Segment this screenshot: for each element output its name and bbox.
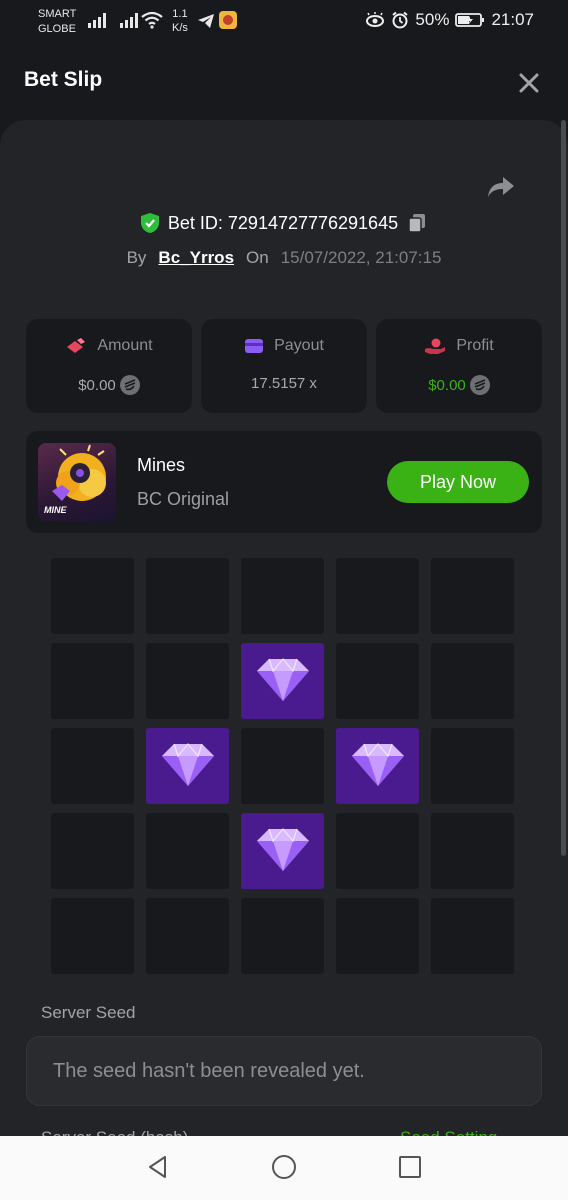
board-tile [146,643,229,719]
board-tile [431,643,514,719]
board-tile [241,728,324,804]
clock: 21:07 [491,10,534,29]
scrollbar[interactable] [561,120,566,856]
board-tile [146,813,229,889]
verified-shield-icon [140,213,159,233]
profit-label: Profit [456,337,494,354]
board-tile [336,643,419,719]
amount-icon [67,338,86,353]
profit-value: $0.00 [428,376,466,394]
server-seed-value: The seed hasn't been revealed yet. [53,1060,365,1082]
board-tile [51,643,134,719]
on-label: On [246,248,269,267]
coin-icon [119,375,140,395]
gem-tile [146,728,229,804]
gem-tile [336,728,419,804]
alarm-icon [392,11,409,29]
payout-label: Payout [274,337,324,354]
bet-meta-row: By Bc_Yrros On 15/07/2022, 21:07:15 [0,248,568,268]
payout-stat: Payout 17.5157 x [201,319,367,413]
game-info-card: MINE Mines BC Original Play Now [26,431,542,533]
coin-icon [469,375,490,395]
battery-icon [455,13,485,27]
home-icon[interactable] [269,1152,299,1182]
bet-id-row: Bet ID: 72914727776291645 [0,212,568,234]
gem-tile [241,813,324,889]
system-navigation-bar [0,1136,568,1200]
board-tile [51,728,134,804]
board-tile [146,558,229,634]
gem-icon [255,825,311,878]
board-tile [336,898,419,974]
board-tile [336,813,419,889]
network-speed: 1.1 K/s [172,8,188,34]
status-bar: SMART GLOBE 1.1 K/s 50% 21:07 [0,0,568,44]
telegram-icon [198,14,214,28]
header: Bet Slip [0,44,568,120]
game-thumbnail: MINE [38,443,116,521]
bet-datetime: 15/07/2022, 21:07:15 [280,248,442,267]
carrier-name: SMART GLOBE [38,8,77,35]
board-tile [431,813,514,889]
gem-icon [350,740,406,793]
board-tile [146,898,229,974]
amount-stat: Amount $0.00 [26,319,192,413]
amount-label: Amount [97,337,153,354]
profit-stat: Profit $0.00 [376,319,542,413]
by-label: By [126,248,147,267]
eye-comfort-icon [366,12,385,27]
username-link[interactable]: Bc_Yrros [158,248,234,268]
close-icon[interactable] [516,70,542,96]
gem-tile [241,643,324,719]
mines-board [51,558,514,976]
copy-icon[interactable] [406,212,428,234]
wallet-icon [245,339,264,353]
signal-icon [120,12,138,28]
profit-hand-icon [425,338,446,354]
board-tile [431,898,514,974]
server-seed-field: The seed hasn't been revealed yet. [26,1036,542,1106]
bet-id: Bet ID: 72914727776291645 [167,212,399,233]
board-tile [431,728,514,804]
server-seed-label: Server Seed [41,1003,136,1022]
back-icon[interactable] [143,1152,173,1182]
signal-icon [88,12,106,28]
app-notification-icon [219,11,237,29]
battery-percent: 50% [415,10,450,29]
wifi-icon [141,11,163,29]
board-tile [51,898,134,974]
board-tile [51,558,134,634]
status-right: 50% 21:07 [365,10,534,30]
board-tile [241,558,324,634]
amount-value: $0.00 [78,376,116,394]
board-tile [431,558,514,634]
page-title: Bet Slip [24,68,103,91]
board-tile [51,813,134,889]
board-tile [336,558,419,634]
game-subtitle: BC Original [137,489,230,509]
recents-icon[interactable] [395,1152,425,1182]
gem-icon [160,740,216,793]
game-thumb-label: MINE [44,505,67,515]
game-name: Mines [137,455,186,475]
bet-slip-card: Bet ID: 72914727776291645 By Bc_Yrros On… [0,120,568,1147]
play-now-button[interactable]: Play Now [387,461,529,503]
payout-value: 17.5157 x [251,375,317,392]
share-icon[interactable] [486,172,516,202]
gem-icon [255,655,311,708]
board-tile [241,898,324,974]
